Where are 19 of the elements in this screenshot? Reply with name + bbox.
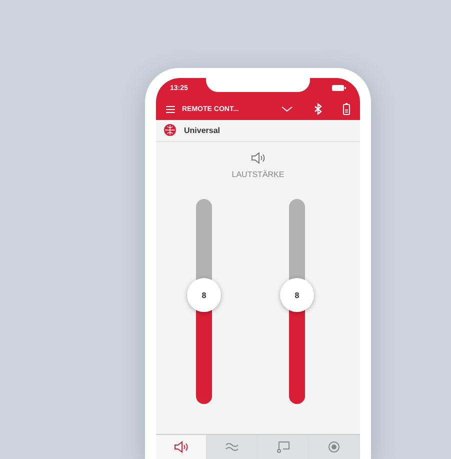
nav-tab[interactable]: [258, 435, 309, 459]
slider-thumb[interactable]: 8: [280, 278, 314, 312]
section-label: LAUTSTÄRKE: [232, 170, 284, 179]
bluetooth-icon[interactable]: [314, 103, 322, 115]
volume-slider[interactable]: 8: [187, 182, 221, 421]
battery-icon: [343, 103, 350, 115]
nav-tab[interactable]: [309, 435, 360, 459]
slider-thumb[interactable]: 8: [187, 278, 221, 312]
program-name: Universal: [184, 126, 220, 135]
volume-slider[interactable]: 8: [280, 182, 314, 421]
globe-icon: [164, 124, 176, 136]
target-icon: [328, 441, 340, 454]
speaker-icon: [251, 152, 265, 164]
chevron-down-icon[interactable]: [281, 106, 293, 112]
waves-icon: [225, 441, 239, 454]
battery-icon: [332, 85, 346, 91]
menu-icon[interactable]: [166, 106, 175, 112]
speaker-icon: [174, 441, 188, 454]
screen-icon: [276, 441, 290, 454]
